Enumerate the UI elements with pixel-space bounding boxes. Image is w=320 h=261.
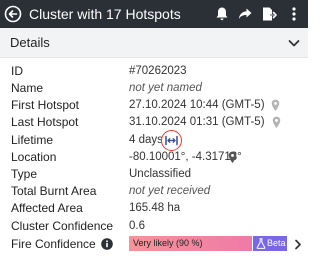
type-value: Unclassified [129,168,191,180]
detail-row-last-hotspot: Last Hotspot 31.10.2024 01:31 (GMT-5) [0,114,308,131]
detail-row-lifetime: Lifetime 4 days [0,130,308,151]
name-value: not yet named [129,82,202,94]
more-vertical-icon[interactable] [286,6,302,22]
map-pin-icon[interactable] [271,99,280,112]
map-pin-icon[interactable] [228,151,237,164]
cluster-header: Cluster with 17 Hotspots [0,0,308,28]
lifetime-label: Lifetime [11,133,54,147]
flask-icon [256,238,266,249]
chevron-down-icon[interactable] [287,36,301,50]
bell-icon[interactable] [214,6,230,22]
info-icon[interactable] [101,238,113,250]
first-hotspot-value: 27.10.2024 10:44 (GMT-5) [129,99,265,111]
detail-row-affected-area: Affected Area 165.48 ha [0,200,308,217]
detail-row-name: Name not yet named [0,80,308,97]
last-hotspot-label: Last Hotspot [11,115,79,129]
chevron-right-icon[interactable] [294,239,302,250]
cluster-confidence-value: 0.6 [129,220,145,232]
affected-area-value: 165.48 ha [129,202,181,214]
location-value: -80.10001°, -4.31713° [129,151,242,163]
cluster-title: Cluster with 17 Hotspots [29,6,181,22]
export-document-icon[interactable] [261,6,277,22]
expand-horizontal-icon [165,135,178,146]
back-arrow-icon[interactable] [4,5,22,23]
fire-confidence-label: Fire Confidence [11,237,96,251]
details-section-header[interactable]: Details [0,28,308,58]
location-label: Location [11,150,57,164]
fire-confidence-level: Very likely (90 %) [129,236,252,251]
details-section-label: Details [10,35,50,50]
detail-row-fire-confidence: Fire Confidence Very likely (90 %) Beta [0,236,308,253]
detail-row-type: Type Unclassified [0,166,308,183]
first-hotspot-label: First Hotspot [11,98,80,112]
name-label: Name [11,81,44,95]
total-burnt-area-label: Total Burnt Area [11,184,97,198]
map-pin-icon[interactable] [272,116,281,129]
lifetime-expand-button[interactable] [161,130,182,151]
lifetime-value: 4 days [129,134,163,146]
beta-label: Beta [267,238,286,248]
last-hotspot-value: 31.10.2024 01:31 (GMT-5) [129,116,265,128]
detail-row-location: Location -80.10001°, -4.31713° [0,149,308,166]
id-value: #70262023 [129,65,187,77]
detail-row-id: ID #70262023 [0,63,308,80]
detail-row-first-hotspot: First Hotspot 27.10.2024 10:44 (GMT-5) [0,97,308,114]
detail-row-total-burnt-area: Total Burnt Area not yet received [0,183,308,200]
detail-row-cluster-confidence: Cluster Confidence 0.6 [0,218,308,235]
fire-confidence-bar[interactable]: Very likely (90 %) Beta [129,236,287,251]
share-arrow-icon[interactable] [237,6,253,22]
type-label: Type [11,167,38,181]
cluster-confidence-label: Cluster Confidence [11,219,114,233]
total-burnt-area-value: not yet received [129,185,211,197]
beta-badge: Beta [253,236,287,251]
affected-area-label: Affected Area [11,201,83,215]
fire-confidence-value: Very likely (90 %) [133,238,203,248]
id-label: ID [11,64,23,78]
